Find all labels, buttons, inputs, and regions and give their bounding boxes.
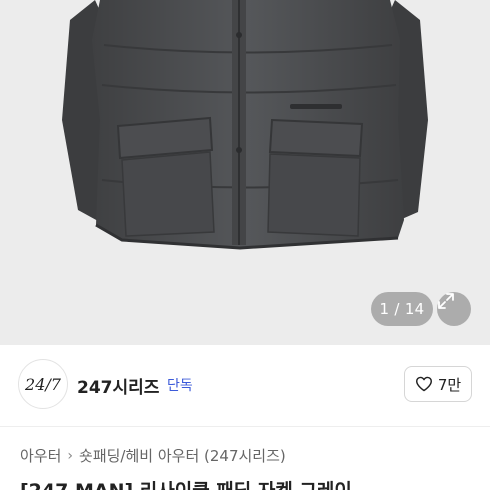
product-image-gallery[interactable]: 1 / 14 [0,0,490,345]
breadcrumb: 아우터 › 숏패딩/헤비 아우터 (247시리즈) [20,445,286,466]
store-name[interactable]: 247시리즈 [77,373,159,398]
store-logo-text: 24/7 [25,374,61,394]
expand-icon [438,293,454,309]
like-button[interactable]: 7만 [404,366,472,402]
store-logo[interactable]: 24/7 [18,359,68,409]
breadcrumb-item-padding[interactable]: 숏패딩/헤비 아우터 (247시리즈) [79,445,286,466]
store-info-row: 24/7 247시리즈 단독 7만 [0,345,490,427]
breadcrumb-item-outer[interactable]: 아우터 [20,445,61,466]
exclusive-badge: 단독 [167,378,193,394]
divider [0,426,490,427]
image-counter: 1 / 14 [371,292,433,326]
heart-outline-icon [415,376,432,392]
expand-button[interactable] [437,292,471,326]
product-title: [247 MAN] 리사이클 패딩 자켓 그레이 [20,480,470,490]
chevron-right-icon: › [67,447,74,464]
like-count: 7만 [437,375,462,394]
